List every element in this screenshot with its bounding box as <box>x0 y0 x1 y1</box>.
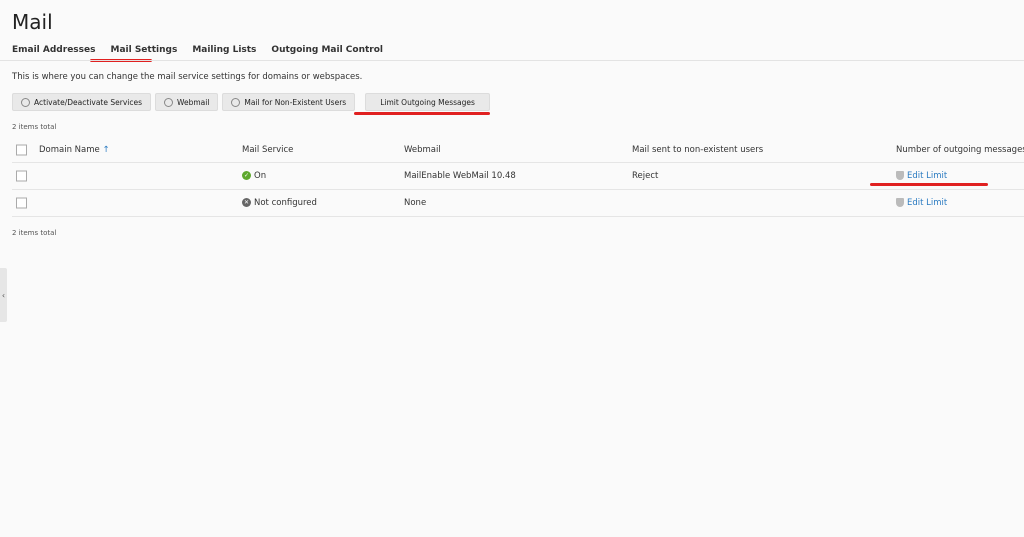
power-icon <box>21 97 30 107</box>
items-count-top: 2 items total <box>12 123 57 131</box>
webmail-button[interactable]: Webmail <box>155 93 219 111</box>
non-existent-users-label: Mail for Non-Existent Users <box>244 97 347 107</box>
x-circle-icon: ✕ <box>242 198 251 207</box>
header-domain-name[interactable]: Domain Name ↑ <box>39 145 110 155</box>
webmail-label: Webmail <box>177 97 210 107</box>
shield-icon <box>896 171 904 180</box>
mail-service-status: On <box>254 171 267 181</box>
page-description: This is where you can change the mail se… <box>12 72 363 82</box>
mail-service-cell: ✓ On <box>242 171 266 181</box>
tab-outgoing-mail-control[interactable]: Outgoing Mail Control <box>271 45 383 55</box>
domain-name-label: Domain Name <box>39 145 100 155</box>
globe-icon <box>164 97 173 107</box>
domains-table: Domain Name ↑ Mail Service Webmail Mail … <box>12 138 1024 217</box>
mail-for-non-existent-users-button[interactable]: Mail for Non-Existent Users <box>222 93 356 111</box>
info-icon <box>231 97 241 107</box>
activate-deactivate-label: Activate/Deactivate Services <box>34 97 142 107</box>
edit-limit-link[interactable]: Edit Limit <box>896 171 947 181</box>
edit-limit-label: Edit Limit <box>907 198 948 208</box>
tabs-divider <box>0 60 1024 61</box>
webmail-cell: None <box>404 198 427 208</box>
mail-service-status: Not configured <box>254 198 317 208</box>
items-count-bottom: 2 items total <box>12 229 57 237</box>
sidebar-toggle[interactable]: ‹ <box>0 268 7 322</box>
mail-service-cell: ✕ Not configured <box>242 198 317 208</box>
limit-outgoing-messages-button[interactable]: Limit Outgoing Messages <box>365 93 490 111</box>
select-all-checkbox[interactable] <box>16 144 27 156</box>
header-outgoing-messages: Number of outgoing messages <box>896 145 1024 155</box>
activate-deactivate-services-button[interactable]: Activate/Deactivate Services <box>12 93 151 111</box>
webmail-cell: MailEnable WebMail 10.48 <box>404 171 516 181</box>
check-circle-icon: ✓ <box>242 171 251 180</box>
page-title: Mail <box>12 10 53 34</box>
table-row: ✕ Not configured None Edit Limit <box>12 190 1024 217</box>
sort-ascending-icon: ↑ <box>102 145 110 155</box>
header-webmail: Webmail <box>404 145 441 155</box>
tab-mailing-lists[interactable]: Mailing Lists <box>192 45 256 55</box>
edit-limit-link[interactable]: Edit Limit <box>896 198 947 208</box>
limit-button-highlight <box>354 112 490 115</box>
row-checkbox[interactable] <box>16 197 27 209</box>
toolbar: Activate/Deactivate Services Webmail Mai… <box>12 93 490 111</box>
tab-email-addresses[interactable]: Email Addresses <box>12 45 95 55</box>
row-checkbox[interactable] <box>16 170 27 182</box>
chevron-left-icon: ‹ <box>1 290 6 300</box>
header-non-existent: Mail sent to non-existent users <box>632 145 764 155</box>
header-mail-service: Mail Service <box>242 145 294 155</box>
table-header: Domain Name ↑ Mail Service Webmail Mail … <box>12 138 1024 163</box>
tab-bar: Email Addresses Mail Settings Mailing Li… <box>12 45 383 55</box>
edit-limit-label: Edit Limit <box>907 171 948 181</box>
edit-limit-highlight <box>870 183 988 186</box>
tab-mail-settings[interactable]: Mail Settings <box>110 45 177 55</box>
non-existent-cell: Reject <box>632 171 659 181</box>
shield-icon <box>896 198 904 207</box>
limit-outgoing-label: Limit Outgoing Messages <box>380 97 475 107</box>
